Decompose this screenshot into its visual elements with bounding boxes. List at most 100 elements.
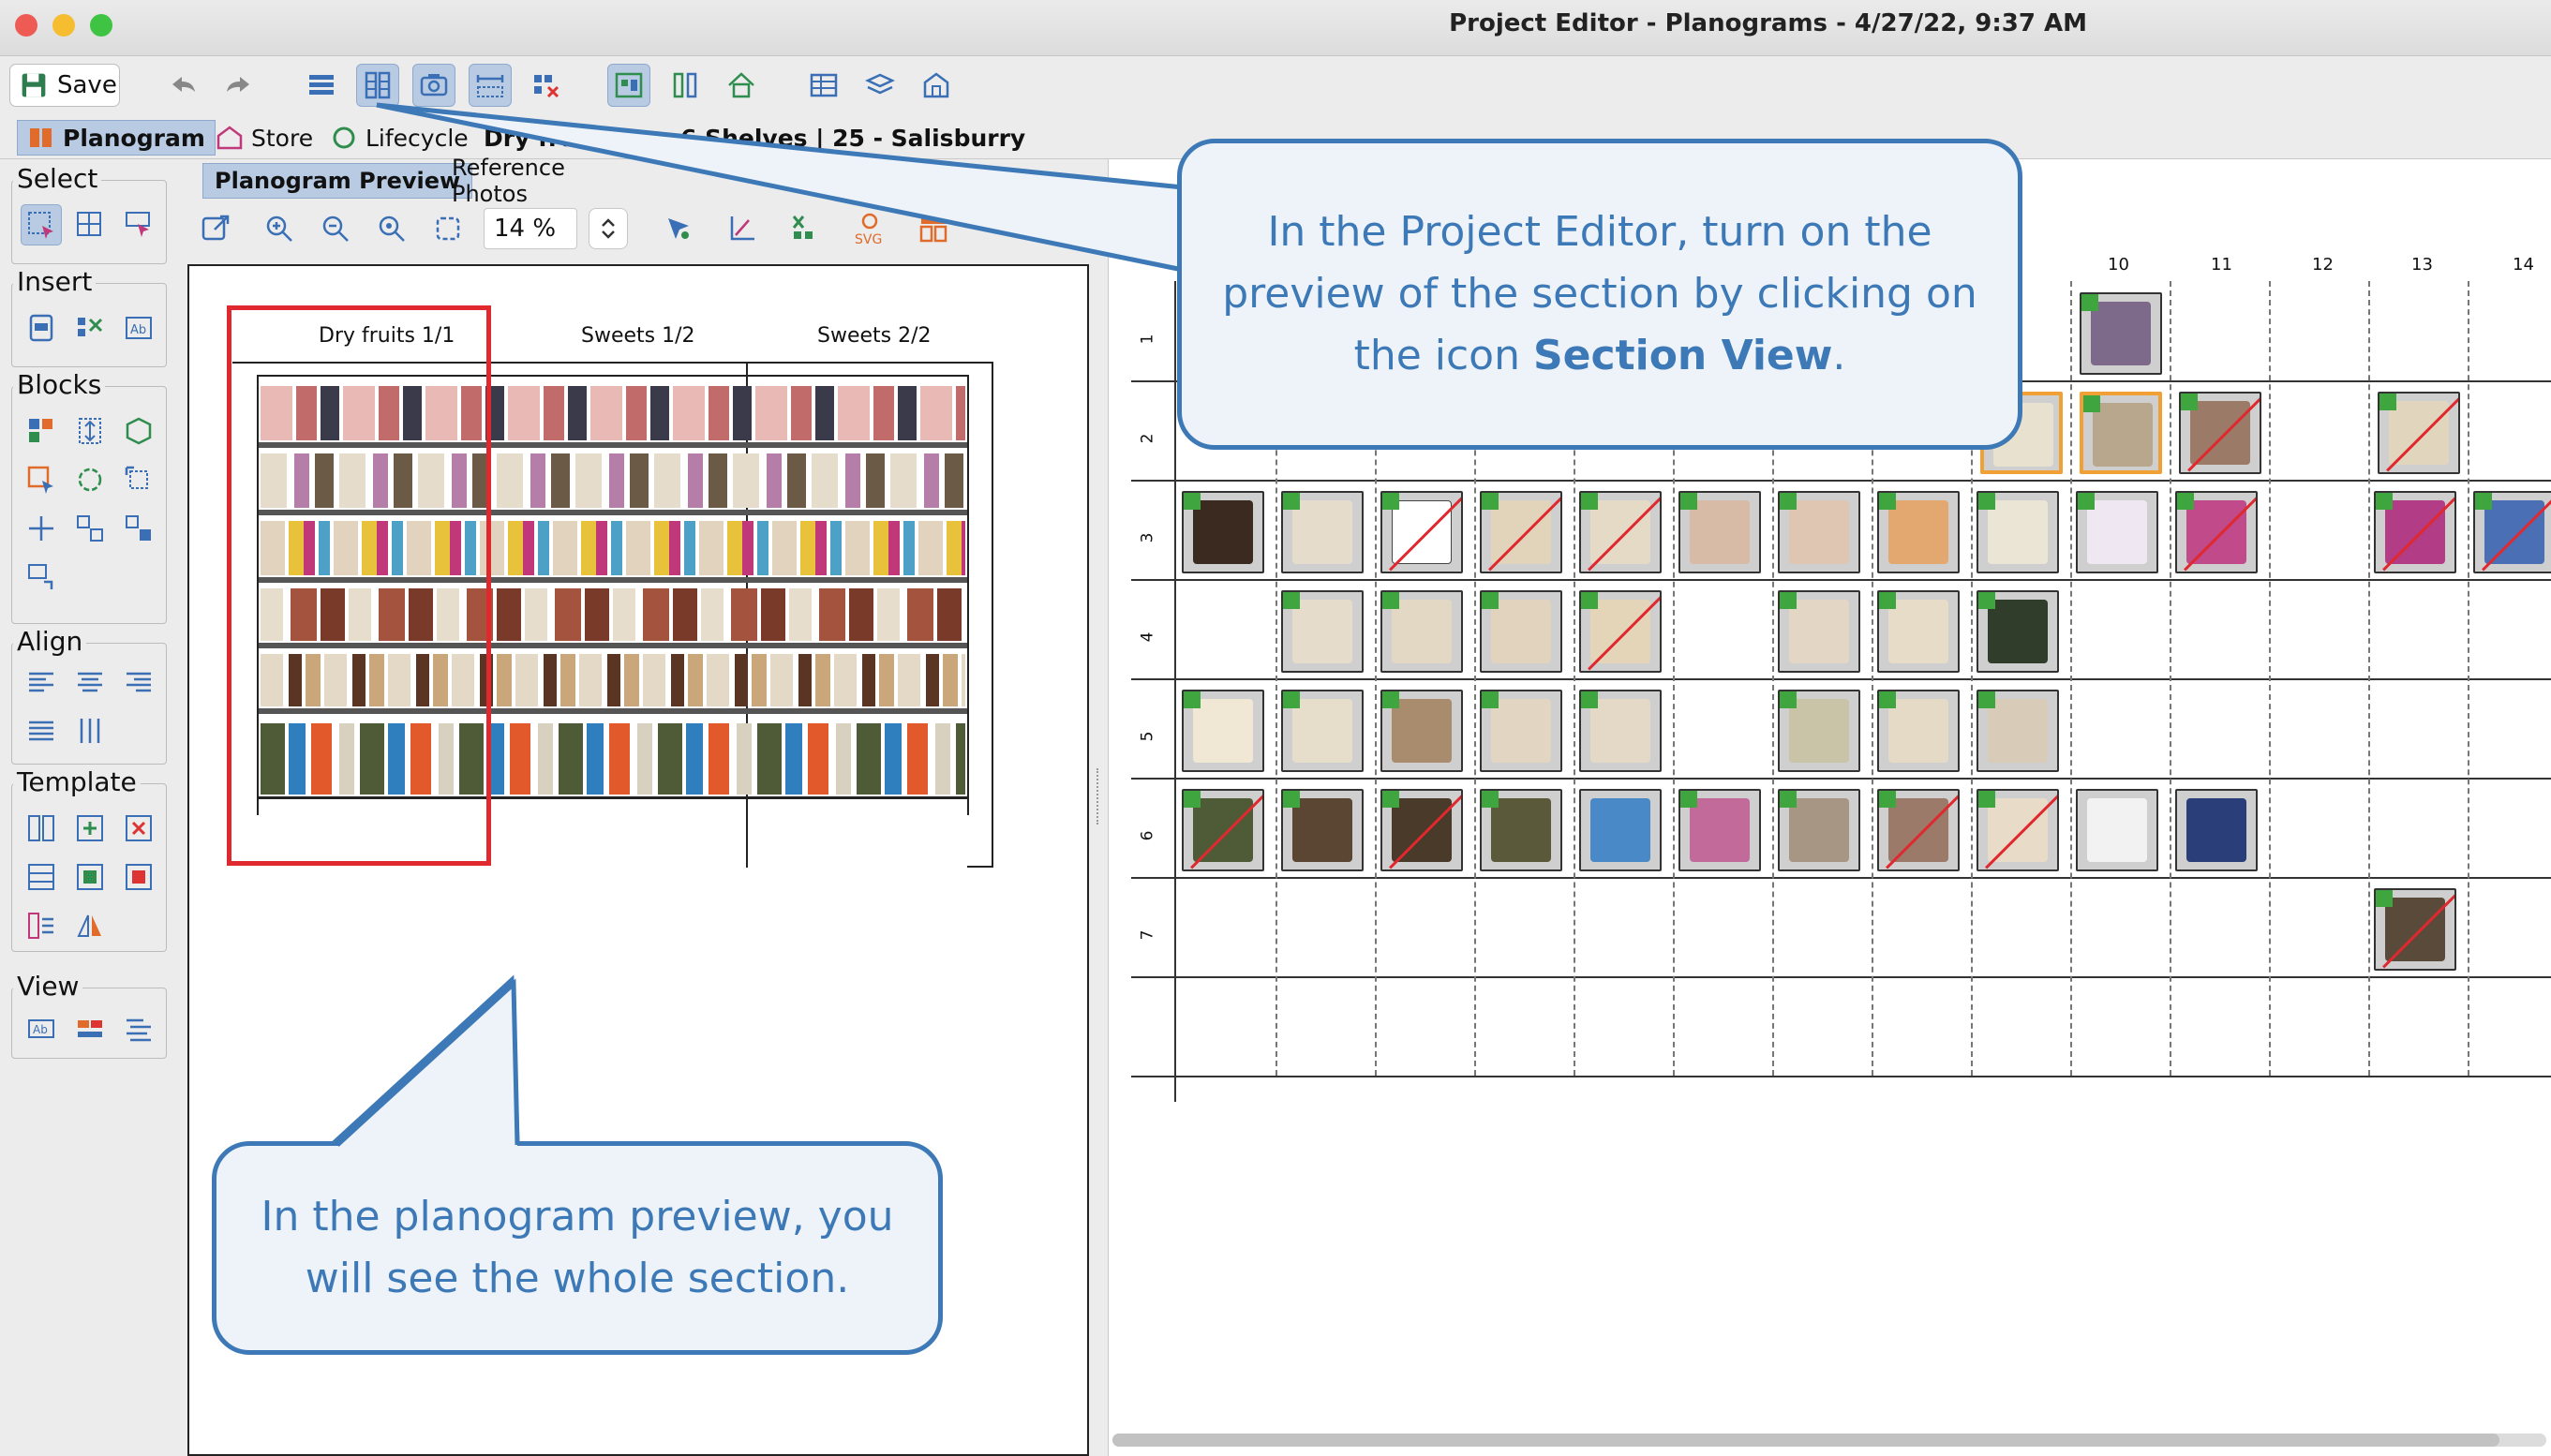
select-product-button[interactable]	[118, 204, 159, 245]
insert-shelf-button[interactable]	[21, 307, 62, 349]
product-cell[interactable]	[1778, 491, 1860, 573]
product-cell[interactable]	[1977, 491, 2059, 573]
zoom-in-button[interactable]	[259, 208, 300, 249]
product-cell[interactable]	[1480, 491, 1562, 573]
block-select-button[interactable]	[21, 459, 62, 500]
dimension-view-button[interactable]	[469, 64, 512, 107]
product-cell[interactable]	[1977, 690, 2059, 772]
align-center-button[interactable]	[69, 661, 111, 703]
product-cell[interactable]	[1281, 690, 1364, 772]
select-tool-button[interactable]	[21, 204, 62, 245]
bay-view-button[interactable]	[664, 64, 707, 107]
planogram-settings-button[interactable]	[913, 208, 954, 249]
splitter-handle[interactable]	[1096, 768, 1100, 825]
product-cell[interactable]	[1182, 690, 1264, 772]
product-cell[interactable]	[2076, 789, 2158, 871]
template-remove-button[interactable]	[118, 808, 159, 849]
product-cell[interactable]	[1678, 491, 1761, 573]
zoom-fit-button[interactable]	[371, 208, 412, 249]
zoom-out-button[interactable]	[315, 208, 356, 249]
product-cell[interactable]	[1778, 690, 1860, 772]
template-list-button[interactable]	[21, 905, 62, 946]
product-cell[interactable]	[2175, 491, 2258, 573]
block-move-button[interactable]	[21, 508, 62, 549]
product-cell[interactable]	[1579, 590, 1662, 673]
product-cell[interactable]	[1778, 789, 1860, 871]
product-cell[interactable]	[2473, 491, 2551, 573]
product-cell[interactable]	[1480, 789, 1562, 871]
block-group-button[interactable]	[21, 410, 62, 452]
open-external-button[interactable]	[195, 208, 236, 249]
template-grid-button[interactable]	[21, 856, 62, 898]
product-cell[interactable]	[1877, 491, 1960, 573]
product-cell[interactable]	[1977, 789, 2059, 871]
product-cell[interactable]	[2374, 888, 2456, 971]
block-3d-button[interactable]	[118, 410, 159, 452]
block-stretch-button[interactable]	[69, 410, 111, 452]
horizontal-scrollbar[interactable]	[1112, 1434, 2546, 1447]
product-cell[interactable]	[1480, 690, 1562, 772]
product-cell[interactable]	[1380, 590, 1463, 673]
product-cell[interactable]	[2179, 392, 2261, 474]
table-view-button[interactable]	[802, 64, 845, 107]
template-add-button[interactable]	[69, 808, 111, 849]
positions-button[interactable]	[525, 64, 568, 107]
store-view-button[interactable]	[720, 64, 763, 107]
product-cell[interactable]	[1579, 789, 1662, 871]
block-resize-button[interactable]	[118, 459, 159, 500]
product-cell[interactable]	[2080, 392, 2162, 474]
section-view-button[interactable]	[356, 64, 399, 107]
tab-planogram[interactable]: Planogram	[17, 120, 216, 156]
product-cell[interactable]	[1281, 590, 1364, 673]
product-cell[interactable]	[1778, 590, 1860, 673]
product-cell[interactable]	[1877, 690, 1960, 772]
product-cell[interactable]	[1877, 789, 1960, 871]
template-delete-button[interactable]	[118, 856, 159, 898]
save-button[interactable]: Save	[9, 64, 120, 107]
block-split-button[interactable]	[69, 508, 111, 549]
template-insert-button[interactable]	[69, 856, 111, 898]
tab-reference-photos[interactable]: Reference Photos	[440, 155, 639, 207]
product-cell[interactable]	[2175, 789, 2258, 871]
align-left-button[interactable]	[21, 661, 62, 703]
tab-lifecycle[interactable]: Lifecycle	[321, 120, 478, 156]
block-rotate-button[interactable]	[69, 459, 111, 500]
layout-3d-button[interactable]	[858, 64, 902, 107]
product-cell[interactable]	[2378, 392, 2460, 474]
align-columns-button[interactable]	[69, 710, 111, 751]
select-grid-button[interactable]	[69, 204, 111, 245]
product-cell[interactable]	[1281, 789, 1364, 871]
align-justify-button[interactable]	[21, 710, 62, 751]
insert-text-button[interactable]: Ab	[118, 307, 159, 349]
product-cell[interactable]	[1380, 491, 1463, 573]
export-xls-button[interactable]	[785, 208, 827, 249]
product-cell[interactable]	[2374, 491, 2456, 573]
product-cell[interactable]	[1678, 789, 1761, 871]
redo-button[interactable]	[217, 64, 261, 107]
template-mirror-button[interactable]	[69, 905, 111, 946]
product-cell[interactable]	[1579, 491, 1662, 573]
shelf-view-button[interactable]	[300, 64, 343, 107]
product-cell[interactable]	[1380, 789, 1463, 871]
product-cell[interactable]	[1877, 590, 1960, 673]
select-pointer-button[interactable]	[658, 208, 699, 249]
scrollbar-thumb[interactable]	[1112, 1434, 2499, 1447]
product-cell[interactable]	[1281, 491, 1364, 573]
tab-store[interactable]: Store	[206, 120, 322, 156]
export-svg-button[interactable]: SVG	[849, 208, 890, 249]
store-3d-button[interactable]	[915, 64, 958, 107]
zoom-input[interactable]: 14 %	[484, 208, 577, 249]
product-cell[interactable]	[1480, 590, 1562, 673]
view-colors-button[interactable]	[69, 1008, 111, 1049]
view-list-button[interactable]	[118, 1008, 159, 1049]
product-cell[interactable]	[1182, 491, 1264, 573]
fit-page-button[interactable]	[427, 208, 469, 249]
template-sections-button[interactable]	[21, 808, 62, 849]
align-right-button[interactable]	[118, 661, 159, 703]
product-cell[interactable]	[1182, 789, 1264, 871]
block-export-button[interactable]	[21, 557, 62, 598]
tab-planogram-preview[interactable]: Planogram Preview	[202, 163, 473, 199]
fixture-view-button[interactable]	[607, 64, 650, 107]
tab-planogram-name[interactable]: Dry fru...	[474, 120, 613, 156]
photo-view-button[interactable]	[412, 64, 455, 107]
